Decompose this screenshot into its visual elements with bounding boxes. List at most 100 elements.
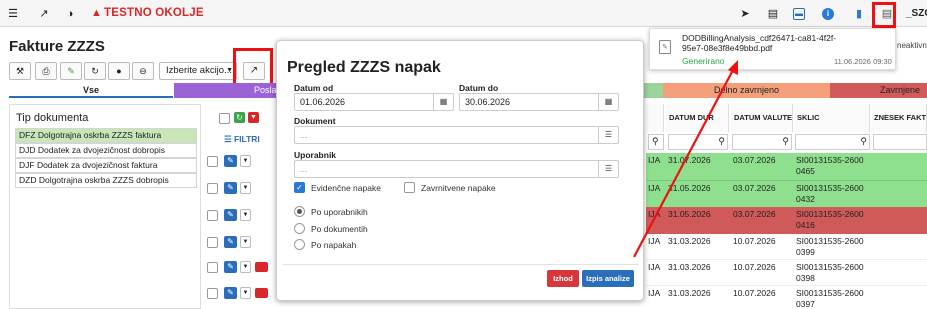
list-item[interactable]: DJF Dodatek za dvojezičnost faktura <box>15 158 197 173</box>
evidencne-checkbox[interactable]: ✓ <box>294 182 305 193</box>
user-button[interactable]: ● <box>108 62 130 80</box>
document-type-title: Tip dokumenta <box>16 112 89 124</box>
calendar-icon[interactable]: ▦ <box>598 94 618 110</box>
contrast-icon[interactable]: ◑ <box>62 6 78 22</box>
filter-input-znesek[interactable] <box>873 134 927 150</box>
row-checkbox[interactable] <box>207 288 218 299</box>
radio-po-uporabnikih[interactable] <box>294 206 305 217</box>
screen-icon[interactable]: ▬ <box>793 8 805 20</box>
filter-input-datum-dur[interactable]: ⚲ <box>668 134 728 150</box>
external-link-icon[interactable]: ↗ <box>36 6 52 22</box>
send-icon[interactable]: ➤ <box>737 6 753 22</box>
datum-od-field[interactable]: 01.06.2026 ▦ <box>294 93 454 111</box>
row-dropdown[interactable]: ▼ <box>240 209 251 221</box>
table-row[interactable]: IJA 31.03.2026 10.07.2026 SI00131535-260… <box>646 234 927 260</box>
table-row[interactable]: IJA 31.03.2026 10.07.2026 SI00131535-260… <box>646 286 927 309</box>
action-select[interactable]: Izberite akcijo... ▼ <box>159 62 237 80</box>
search-icon: ⚲ <box>860 136 867 146</box>
filter-icon[interactable]: ▼ <box>248 112 259 123</box>
row-dropdown[interactable]: ▼ <box>240 236 251 248</box>
edit-row-button[interactable]: ✎ <box>224 155 237 167</box>
close-button[interactable]: Izhod <box>547 270 579 287</box>
radio-po-napakah-label: Po napakah <box>311 240 357 250</box>
download-notification[interactable]: ✎ DODBillingAnalysis_cdf26471-ca81-4f2f-… <box>649 28 896 70</box>
menu-icon[interactable]: ☰ <box>5 6 21 22</box>
block-button[interactable]: ⊖ <box>132 62 154 80</box>
tab-green[interactable] <box>643 83 663 98</box>
column-header-datum-dur[interactable]: DATUM DUR <box>666 104 729 132</box>
row-checkbox[interactable] <box>207 183 218 194</box>
tab-zavrnjene[interactable]: Zavrnjene <box>830 83 927 98</box>
list-item[interactable]: DJD Dodatek za dvojezičnost dobropis <box>15 143 197 158</box>
column-header-znesek[interactable]: ZNESEK FAKTURE <box>871 104 927 132</box>
edit-row-button[interactable]: ✎ <box>224 261 237 273</box>
pdf-icon[interactable] <box>255 262 268 272</box>
card-icon[interactable]: ▤ <box>765 6 781 22</box>
edit-row-button[interactable]: ✎ <box>224 182 237 194</box>
wrench-button[interactable]: ⚒ <box>9 62 31 80</box>
uporabnik-label: Uporabnik <box>294 150 337 160</box>
row-checkbox[interactable] <box>207 237 218 248</box>
top-toolbar: ☰ ↗ ◑ ▲ TESTNO OKOLJE ➤ ▤ ▬ i ▮ ▤ _SZO <box>0 0 927 27</box>
row-dropdown[interactable]: ▼ <box>240 261 251 273</box>
row-checkbox[interactable] <box>207 210 218 221</box>
document-type-panel: Tip dokumenta DFZ Dolgotrajna oskrba ZZZ… <box>9 104 201 309</box>
environment-label: TESTNO OKOLJE <box>104 7 204 19</box>
column-header-datum-valute[interactable]: DATUM VALUTE <box>731 104 793 132</box>
row-dropdown[interactable]: ▼ <box>240 182 251 194</box>
list-icon[interactable]: ☰ <box>598 161 618 177</box>
edit-row-button[interactable]: ✎ <box>224 236 237 248</box>
pdf-file-icon: ✎ <box>659 40 671 54</box>
error-review-dialog: Pregled ZZZS napak Datum od 01.06.2026 ▦ … <box>276 40 644 301</box>
list-item[interactable]: DZD Dolgotrajna oskrba ZZZS dobropis <box>15 173 197 188</box>
refresh-icon[interactable]: ↻ <box>234 112 245 123</box>
zavrnitvene-checkbox[interactable] <box>404 182 415 193</box>
select-all-checkbox[interactable] <box>219 113 230 124</box>
datum-od-label: Datum od <box>294 83 334 93</box>
highlight-box-document <box>872 2 896 28</box>
table-row[interactable]: IJA 31.05.2026 03.07.2026 SI00131535-260… <box>646 180 927 207</box>
datum-do-field[interactable]: 30.06.2026 ▦ <box>459 93 619 111</box>
row-dropdown[interactable]: ▼ <box>240 287 251 299</box>
table-row[interactable]: IJA 31.05.2026 03.07.2026 SI00131535-260… <box>646 207 927 234</box>
column-header-sklic[interactable]: SKLIC <box>794 104 870 132</box>
print-analysis-button[interactable]: Izpis analize <box>582 270 634 287</box>
list-icon[interactable]: ☰ <box>598 127 618 143</box>
dialog-footer-divider <box>283 264 639 265</box>
calendar-icon[interactable]: ▦ <box>433 94 453 110</box>
info-icon[interactable]: i <box>822 8 834 20</box>
tab-poslane[interactable]: Poslane <box>174 83 287 98</box>
radio-po-napakah[interactable] <box>294 239 305 250</box>
filters-button[interactable]: ☰ FILTRI <box>224 134 260 145</box>
tab-vse[interactable]: Vse <box>9 83 173 98</box>
row-dropdown[interactable]: ▼ <box>240 155 251 167</box>
radio-po-dokumentih-label: Po dokumentih <box>311 224 368 234</box>
filter-input-sklic[interactable]: ⚲ <box>795 134 870 150</box>
filter-input-datum-valute[interactable]: ⚲ <box>732 134 792 150</box>
search-icon[interactable]: ⚲ <box>648 134 664 150</box>
pdf-icon[interactable] <box>255 288 268 298</box>
edit-row-button[interactable]: ✎ <box>224 287 237 299</box>
book-icon[interactable]: ▮ <box>851 6 867 22</box>
search-icon: ⚲ <box>718 136 725 146</box>
evidencne-label: Evidenčne napake <box>311 183 381 193</box>
edit-button[interactable]: ✎ <box>60 62 82 80</box>
user-label[interactable]: _SZO <box>906 8 927 19</box>
row-checkbox[interactable] <box>207 156 218 167</box>
table-row[interactable]: IJA 31.07.2026 03.07.2026 SI00131535-260… <box>646 153 927 180</box>
row-checkbox[interactable] <box>207 262 218 273</box>
highlight-box-chart <box>233 48 273 88</box>
zavrnitvene-label: Zavrnitvene napake <box>421 183 496 193</box>
print-button[interactable]: ⎙ <box>35 62 57 80</box>
list-item[interactable]: DFZ Dolgotrajna oskrba ZZZS faktura <box>15 128 197 143</box>
inactive-label: neaktivne <box>897 41 927 50</box>
notification-time: 11.06.2026 09:30 <box>834 57 892 66</box>
refresh-button[interactable]: ↻ <box>84 62 106 80</box>
edit-row-button[interactable]: ✎ <box>224 209 237 221</box>
dokument-field[interactable]: ... ☰ <box>294 126 619 144</box>
radio-po-dokumentih[interactable] <box>294 223 305 234</box>
page-title: Fakture ZZZS <box>9 38 105 55</box>
tab-delno-zavrnjeno[interactable]: Delno zavrnjeno <box>663 83 830 98</box>
table-row[interactable]: IJA 31.03.2026 10.07.2026 SI00131535-260… <box>646 260 927 286</box>
uporabnik-field[interactable]: ... ☰ <box>294 160 619 178</box>
